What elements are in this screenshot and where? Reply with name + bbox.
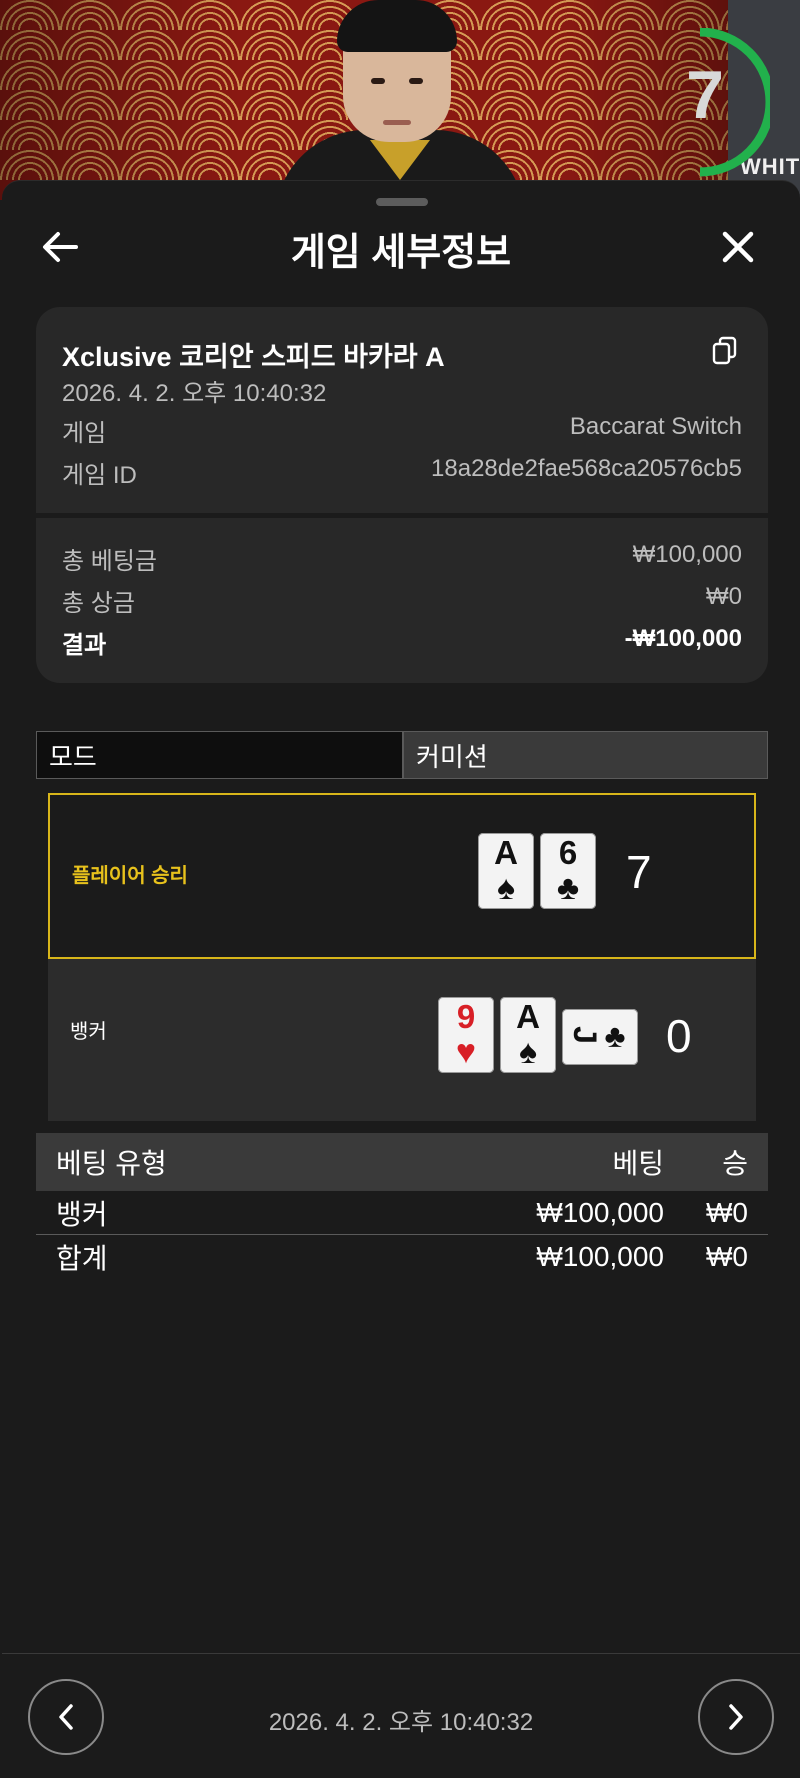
game-datetime: 2026. 4. 2. 오후 10:40:32: [62, 380, 327, 407]
card-rank: 6: [558, 834, 578, 871]
countdown-number: 7: [686, 57, 724, 133]
game-value: Baccarat Switch: [569, 413, 742, 440]
mode-value: 커미션: [402, 732, 767, 778]
club-icon: ♣: [556, 869, 580, 907]
banker-result-label: 뱅커: [70, 1021, 107, 1043]
win-amount: ₩0: [706, 1241, 748, 1272]
close-icon: [722, 231, 754, 263]
total-prize-value: ₩0: [706, 583, 742, 610]
live-video-feed: WHITE 7: [0, 0, 800, 200]
player-card-1: A ♠: [478, 833, 534, 909]
close-button[interactable]: [710, 219, 766, 275]
mode-row: 모드 커미션: [36, 731, 768, 779]
game-label: 게임: [62, 420, 107, 447]
total-bet-label: 총 베팅금: [62, 548, 157, 575]
game-summary-card: Xclusive 코리안 스피드 바카라 A 2026. 4. 2. 오후 10…: [36, 307, 768, 683]
card-divider: [36, 513, 768, 518]
bet-type-header: 베팅 유형: [56, 1148, 167, 1179]
bet-amount-header: 베팅: [612, 1148, 664, 1179]
page-title: 게임 세부정보: [290, 232, 512, 274]
banker-card-2: A ♠: [500, 997, 556, 1073]
game-details-panel: 게임 세부정보 Xclusive 코리안 스피드 바카라 A 2026. 4. …: [2, 180, 800, 1778]
next-round-button[interactable]: [698, 1679, 774, 1755]
drag-handle[interactable]: [376, 198, 428, 206]
player-result-label: 플레이어 승리: [72, 865, 188, 887]
player-result: 플레이어 승리 A ♠ 6 ♣ 7: [48, 793, 756, 959]
result-label: 결과: [62, 632, 107, 659]
card-rank: A: [494, 834, 518, 871]
win-header: 승: [722, 1148, 748, 1179]
bet-amount: ₩100,000: [536, 1196, 664, 1228]
spade-icon: ♠: [518, 1033, 538, 1071]
mode-key: 모드: [37, 732, 402, 778]
heart-icon: ♥: [455, 1033, 477, 1071]
spade-icon: ♠: [496, 869, 516, 907]
copy-icon: [712, 336, 737, 365]
card-rank: 9: [456, 998, 476, 1035]
footer-nav: 2026. 4. 2. 오후 10:40:32: [2, 1653, 800, 1778]
player-card-2: 6 ♣: [540, 833, 596, 909]
footer-datetime: 2026. 4. 2. 오후 10:40:32: [268, 1709, 534, 1736]
game-title: Xclusive 코리안 스피드 바카라 A: [62, 342, 445, 372]
result-value: -₩100,000: [624, 625, 742, 652]
table-row: 뱅커 ₩100,000 ₩0: [36, 1191, 768, 1235]
player-score: 7: [626, 846, 652, 898]
total-prize-label: 총 상금: [62, 590, 135, 617]
banker-card-1: 9 ♥: [438, 997, 494, 1073]
banker-result: 뱅커 9 ♥ A ♠ J ♣ 0: [48, 959, 756, 1121]
bet-table-header: 베팅 유형 베팅 승: [36, 1133, 768, 1191]
bet-type: 합계: [56, 1243, 108, 1274]
countdown-timer: 7: [660, 28, 770, 178]
bet-amount: ₩100,000: [536, 1241, 664, 1272]
banker-card-3-sideways: J ♣: [562, 1009, 638, 1065]
copy-button[interactable]: [710, 335, 742, 367]
table-row-total: 합계 ₩100,000 ₩0: [36, 1235, 768, 1279]
chevron-right-icon: [729, 1704, 743, 1730]
game-id-label: 게임 ID: [62, 462, 137, 489]
game-id-value: 18a28de2fae568ca20576cb5: [431, 455, 742, 482]
bet-type: 뱅커: [56, 1198, 108, 1230]
club-icon: ♣: [604, 1018, 626, 1054]
total-bet-value: ₩100,000: [632, 541, 742, 568]
banker-score: 0: [666, 1010, 692, 1062]
card-rank: A: [516, 998, 540, 1035]
win-amount: ₩0: [706, 1196, 748, 1228]
